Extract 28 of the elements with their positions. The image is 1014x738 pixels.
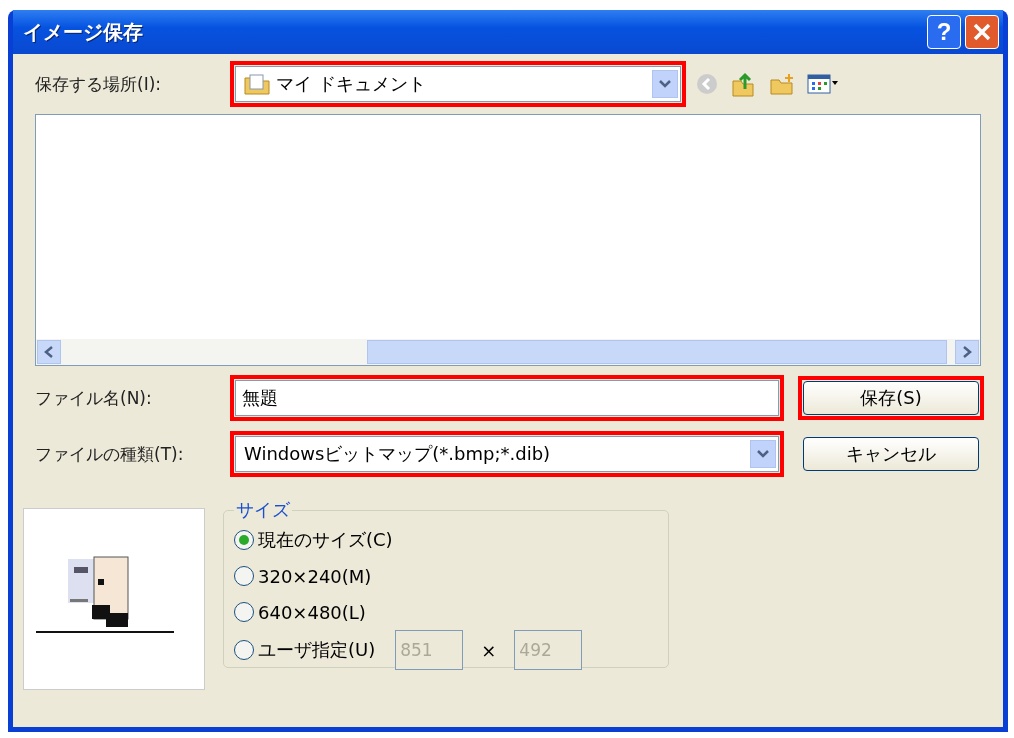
radio-button[interactable] [234,566,254,586]
cancel-button[interactable]: キャンセル [803,437,979,471]
field-label: ファイルの種類(T): [35,442,185,466]
location-dropdown[interactable]: マイ ドキュメント [235,66,681,102]
horizontal-scrollbar[interactable] [36,339,980,365]
folder-icon [244,73,270,95]
option-label[interactable]: 現在のサイズ(C) [258,528,393,552]
times-sign: × [481,639,497,661]
radio-button[interactable] [234,640,254,660]
view-menu-icon[interactable] [807,72,839,96]
file-name-field[interactable]: 無題 [235,380,779,416]
group-title: サイズ [235,498,291,522]
file-type-dropdown[interactable]: Windowsビットマップ(*.bmp;*.dib) [235,436,779,472]
field-label: 保存する場所(I): [35,72,162,96]
radio-button[interactable] [234,602,254,622]
save-button[interactable]: 保存(S) [803,381,979,415]
up-folder-icon[interactable] [731,71,757,97]
scroll-right-icon[interactable] [955,340,979,364]
field-label: ファイル名(N): [35,386,153,410]
option-label[interactable]: 320×240(M) [258,565,372,587]
window-title: イメージ保存 [23,18,144,46]
close-button[interactable] [965,15,999,49]
option-label[interactable]: ユーザ指定(U) [258,638,376,662]
radio-button[interactable] [234,530,254,550]
close-icon [972,22,992,42]
option-label[interactable]: 640×480(L) [258,601,366,623]
help-button[interactable]: ? [927,15,961,49]
scroll-left-icon[interactable] [37,340,61,364]
